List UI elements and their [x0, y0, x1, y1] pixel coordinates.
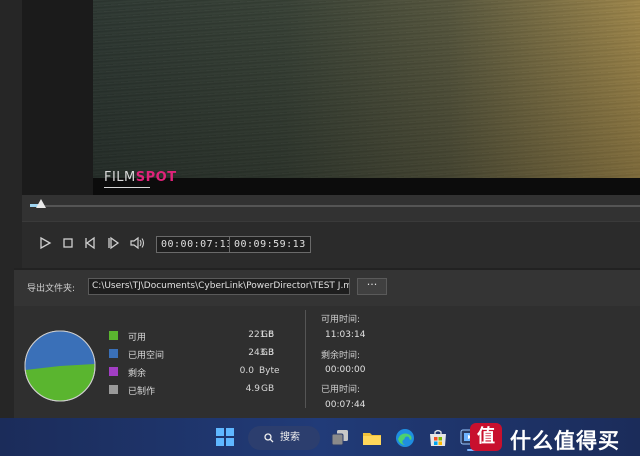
legend-swatch-remaining	[109, 367, 118, 376]
legend-unit-produced: GB	[261, 384, 275, 394]
remaining-time-label: 剩余时间:	[321, 351, 361, 361]
legend-label-used: 已用空间	[128, 351, 165, 361]
legend-value-remaining: 0.0	[239, 366, 254, 376]
pie-slice-used	[24, 330, 95, 370]
legend-unit-remaining: Byte	[259, 366, 280, 376]
browse-folder-button[interactable]: ···	[357, 278, 387, 295]
previous-frame-icon[interactable]	[82, 236, 98, 252]
smzdm-logo-icon: 值	[470, 423, 502, 451]
used-time-label: 已用时间:	[321, 385, 361, 395]
legend-swatch-available	[109, 331, 118, 340]
legend-unit-used: GB	[261, 348, 275, 358]
search-icon	[264, 433, 274, 443]
legend-label-remaining: 剩余	[128, 369, 147, 379]
watermark-film-text: FILM	[104, 170, 136, 185]
export-folder-path-field[interactable]: C:\Users\TJ\Documents\CyberLink\PowerDir…	[88, 278, 350, 295]
legend-label-available: 可用	[128, 333, 147, 343]
task-view-icon[interactable]	[330, 428, 350, 448]
video-shade	[93, 0, 640, 178]
total-timecode: 00:09:59:13	[229, 236, 311, 253]
windows-start-icon[interactable]	[216, 428, 234, 446]
stop-icon[interactable]	[60, 236, 76, 252]
watermark-underline	[104, 187, 150, 188]
remaining-time-value: 00:00:00	[325, 365, 366, 375]
legend-label-produced: 已制作	[128, 387, 156, 397]
microsoft-store-icon[interactable]	[428, 428, 448, 448]
smzdm-brand-text: 什么值得买	[510, 429, 620, 453]
panel-divider	[305, 310, 306, 408]
scrubber-area	[22, 195, 640, 221]
legend-swatch-used	[109, 349, 118, 358]
taskbar-search-button[interactable]: 搜索	[248, 426, 320, 450]
taskbar-search-label: 搜索	[280, 432, 300, 443]
volume-icon[interactable]	[129, 236, 145, 252]
available-time-value: 11:03:14	[325, 330, 366, 340]
filmspot-watermark: FILMSPOT	[104, 170, 177, 185]
scrubber-handle[interactable]	[36, 199, 46, 208]
next-frame-icon[interactable]	[105, 236, 121, 252]
available-time-label: 可用时间:	[321, 315, 361, 325]
watermark-spot-text: SPOT	[135, 170, 177, 185]
edge-browser-icon[interactable]	[395, 428, 415, 448]
current-timecode[interactable]: 00:00:07:13	[156, 236, 238, 253]
export-folder-label: 导出文件夹:	[27, 284, 76, 294]
legend-value-produced: 4.9	[245, 384, 260, 394]
file-explorer-icon[interactable]	[362, 428, 382, 448]
scrubber-track[interactable]	[30, 205, 640, 207]
play-icon[interactable]	[37, 236, 53, 252]
legend-unit-available: GB	[261, 330, 275, 340]
disk-usage-pie-chart	[24, 330, 96, 402]
legend-swatch-produced	[109, 385, 118, 394]
used-time-value: 00:07:44	[325, 400, 366, 410]
